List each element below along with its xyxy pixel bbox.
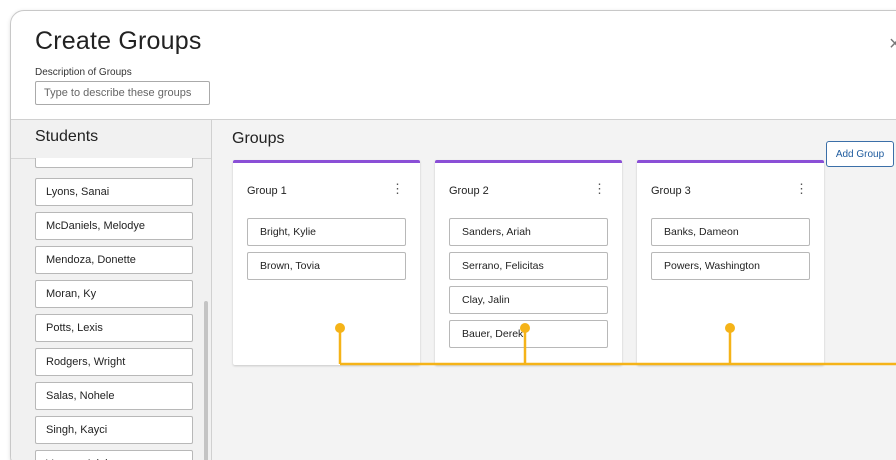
students-heading: Students bbox=[35, 128, 99, 145]
group-member[interactable]: Sanders, Ariah bbox=[449, 218, 608, 246]
student-item[interactable]: Potts, Lexis bbox=[35, 314, 193, 342]
group-title: Group 1 bbox=[247, 185, 287, 197]
more-options-icon[interactable]: ⋮ bbox=[593, 182, 606, 195]
group-member[interactable]: Powers, Washington bbox=[651, 252, 810, 280]
student-item[interactable]: McDaniels, Melodye bbox=[35, 212, 193, 240]
more-options-icon[interactable]: ⋮ bbox=[795, 182, 808, 195]
group-member[interactable]: Serrano, Felicitas bbox=[449, 252, 608, 280]
group-title: Group 3 bbox=[651, 185, 691, 197]
description-label: Description of Groups bbox=[35, 67, 132, 78]
student-item[interactable]: Mendoza, Donette bbox=[35, 246, 193, 274]
student-list-scrollbar[interactable] bbox=[204, 301, 208, 460]
close-icon[interactable]: × bbox=[889, 33, 896, 56]
group-member[interactable]: Clay, Jalin bbox=[449, 286, 608, 314]
student-item[interactable]: Lyons, Sanai bbox=[35, 178, 193, 206]
dialog-title: Create Groups bbox=[35, 27, 202, 55]
page: Create Groups × Description of Groups St… bbox=[0, 0, 896, 460]
group-member[interactable]: Banks, Dameon bbox=[651, 218, 810, 246]
group-member[interactable]: Bauer, Derek bbox=[449, 320, 608, 348]
group-title: Group 2 bbox=[449, 185, 489, 197]
student-item[interactable]: Salas, Nohele bbox=[35, 382, 193, 410]
groups-area: Groups Add Group Group 1 ⋮ Bright, Kylie… bbox=[212, 120, 896, 460]
group-card-3: Group 3 ⋮ Banks, Dameon Powers, Washingt… bbox=[637, 160, 824, 365]
more-options-icon[interactable]: ⋮ bbox=[391, 182, 404, 195]
group-card-2: Group 2 ⋮ Sanders, Ariah Serrano, Felici… bbox=[435, 160, 622, 365]
student-item[interactable]: Singh, Kayci bbox=[35, 416, 193, 444]
group-card-1: Group 1 ⋮ Bright, Kylie Brown, Tovia bbox=[233, 160, 420, 365]
student-list[interactable]: Lyons, Sanai McDaniels, Melodye Mendoza,… bbox=[35, 158, 195, 460]
student-item[interactable]: Moran, Ky bbox=[35, 280, 193, 308]
groups-heading: Groups bbox=[232, 130, 285, 147]
student-item[interactable]: Rodgers, Wright bbox=[35, 348, 193, 376]
student-item[interactable]: Vargas, Adalene bbox=[35, 450, 193, 460]
group-member[interactable]: Brown, Tovia bbox=[247, 252, 406, 280]
add-group-button[interactable]: Add Group bbox=[826, 141, 894, 167]
description-input[interactable] bbox=[35, 81, 210, 105]
students-panel: Students Lyons, Sanai McDaniels, Melodye… bbox=[11, 120, 211, 460]
group-member[interactable]: Bright, Kylie bbox=[247, 218, 406, 246]
student-item[interactable] bbox=[35, 158, 193, 168]
create-groups-dialog: Create Groups × Description of Groups St… bbox=[10, 10, 896, 460]
